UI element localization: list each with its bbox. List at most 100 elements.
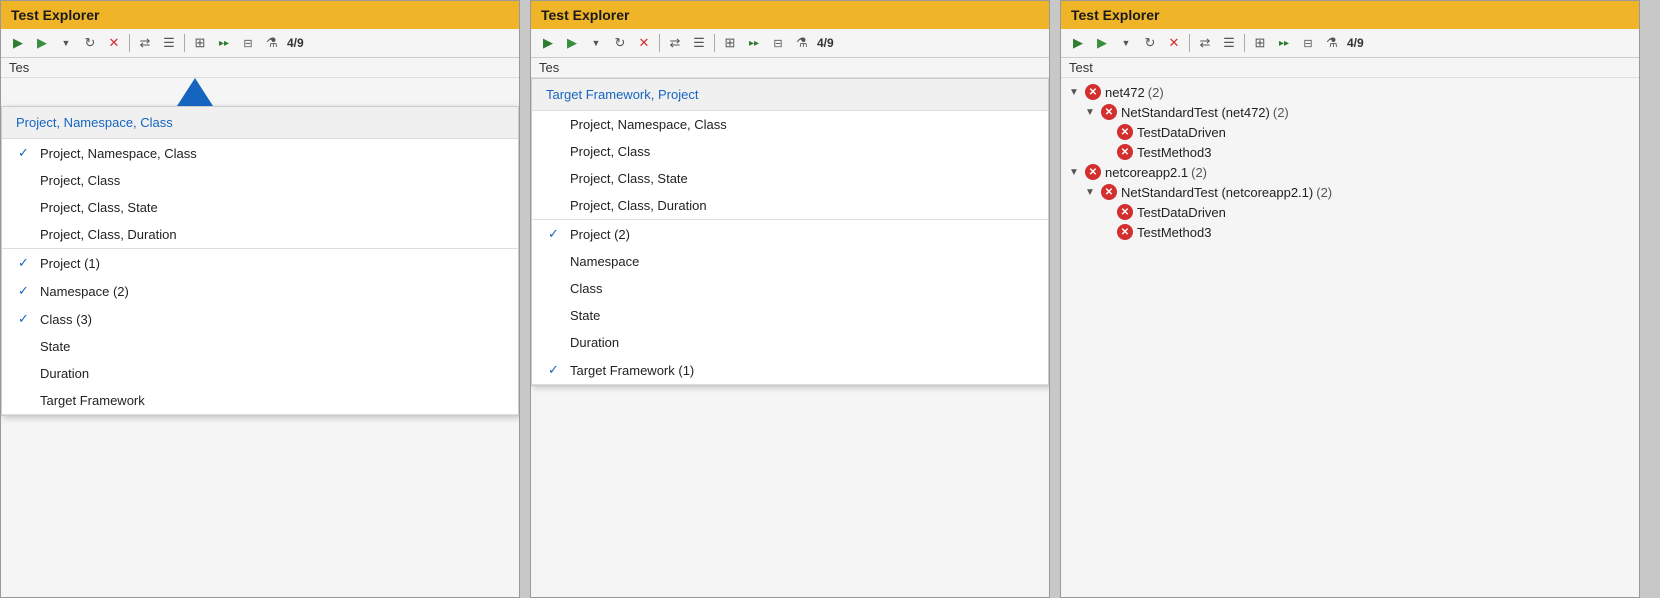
- sep2: [1244, 34, 1245, 52]
- item-label: Namespace: [570, 254, 639, 269]
- group-button[interactable]: ⊟: [237, 32, 259, 54]
- left-panel-title: Test Explorer: [1, 1, 519, 29]
- refresh-button[interactable]: ↻: [1139, 32, 1161, 54]
- middle-item-pnc[interactable]: Project, Namespace, Class: [532, 111, 1048, 138]
- middle-item-namespace[interactable]: Namespace: [532, 248, 1048, 275]
- left-item-class[interactable]: ✓ Class (3): [2, 305, 518, 333]
- item-label: Project, Class, State: [570, 171, 688, 186]
- item-label: Target Framework: [40, 393, 145, 408]
- settings-button[interactable]: ⊞: [719, 32, 741, 54]
- run-button[interactable]: ▶: [31, 32, 53, 54]
- tree-item-testdatadriven-1[interactable]: ✕ TestDataDriven: [1061, 122, 1639, 142]
- run3-button[interactable]: ▸▸: [743, 32, 765, 54]
- group-button[interactable]: ⊟: [767, 32, 789, 54]
- item-label: Project, Namespace, Class: [570, 117, 727, 132]
- left-item-pc[interactable]: Project, Class: [2, 167, 518, 194]
- right-test-label: Test: [1061, 58, 1639, 78]
- left-dropdown-section-2: ✓ Project (1) ✓ Namespace (2) ✓ Class (3…: [2, 249, 518, 415]
- filter-button[interactable]: ⇄: [134, 32, 156, 54]
- left-item-pnc-checked[interactable]: ✓ Project, Namespace, Class: [2, 139, 518, 167]
- item-label: Namespace (2): [40, 284, 129, 299]
- hierarchy-button[interactable]: ☰: [688, 32, 710, 54]
- expand-icon: ▼: [1085, 187, 1099, 198]
- item-label: Duration: [570, 335, 619, 350]
- tree-item-testmethod3-2[interactable]: ✕ TestMethod3: [1061, 222, 1639, 242]
- error-icon: ✕: [1117, 144, 1133, 160]
- middle-item-pcd[interactable]: Project, Class, Duration: [532, 192, 1048, 219]
- test-settings-button[interactable]: ⚗: [791, 32, 813, 54]
- group-button[interactable]: ⊟: [1297, 32, 1319, 54]
- stop-button[interactable]: ✕: [633, 32, 655, 54]
- item-label: Project (1): [40, 256, 100, 271]
- run-button[interactable]: ▶: [1091, 32, 1113, 54]
- middle-item-state[interactable]: State: [532, 302, 1048, 329]
- run3-button[interactable]: ▸▸: [1273, 32, 1295, 54]
- hierarchy-button[interactable]: ☰: [158, 32, 180, 54]
- run-all-button[interactable]: ▶: [1067, 32, 1089, 54]
- test-settings-button[interactable]: ⚗: [261, 32, 283, 54]
- expand-icon: ▼: [1085, 107, 1099, 118]
- settings-button[interactable]: ⊞: [1249, 32, 1271, 54]
- run3-button[interactable]: ▸▸: [213, 32, 235, 54]
- refresh-button[interactable]: ↻: [79, 32, 101, 54]
- expand-icon: ▼: [1069, 167, 1083, 178]
- settings-button[interactable]: ⊞: [189, 32, 211, 54]
- run-dropdown-button[interactable]: ▼: [1115, 32, 1137, 54]
- error-icon: ✕: [1085, 84, 1101, 100]
- left-item-namespace[interactable]: ✓ Namespace (2): [2, 277, 518, 305]
- right-tree-area: ▼ ✕ net472 (2) ▼ ✕ NetStandardTest (net4…: [1061, 78, 1639, 597]
- left-item-target-framework[interactable]: Target Framework: [2, 387, 518, 414]
- item-label: TestDataDriven: [1137, 125, 1226, 140]
- middle-item-pcs[interactable]: Project, Class, State: [532, 165, 1048, 192]
- middle-item-target-framework[interactable]: ✓ Target Framework (1): [532, 356, 1048, 384]
- run-all-button[interactable]: ▶: [7, 32, 29, 54]
- test-count: 4/9: [287, 36, 304, 50]
- filter-button[interactable]: ⇄: [1194, 32, 1216, 54]
- hierarchy-button[interactable]: ☰: [1218, 32, 1240, 54]
- run-all-button[interactable]: ▶: [537, 32, 559, 54]
- left-dropdown-header: Project, Namespace, Class: [2, 107, 518, 139]
- item-count: (2): [1148, 85, 1164, 100]
- error-icon: ✕: [1101, 104, 1117, 120]
- right-panel-title: Test Explorer: [1061, 1, 1639, 29]
- left-toolbar: ▶ ▶ ▼ ↻ ✕ ⇄ ☰ ⊞ ▸▸ ⊟ ⚗ 4/9: [1, 29, 519, 58]
- middle-dropdown-header: Target Framework, Project: [532, 79, 1048, 111]
- sep2: [714, 34, 715, 52]
- middle-item-project[interactable]: ✓ Project (2): [532, 220, 1048, 248]
- item-count: (2): [1273, 105, 1289, 120]
- check-icon: ✓: [18, 311, 32, 327]
- stop-button[interactable]: ✕: [1163, 32, 1185, 54]
- item-label: Target Framework (1): [570, 363, 694, 378]
- tree-item-netstandardtest-net472[interactable]: ▼ ✕ NetStandardTest (net472) (2): [1061, 102, 1639, 122]
- run-dropdown-button[interactable]: ▼: [585, 32, 607, 54]
- test-settings-button[interactable]: ⚗: [1321, 32, 1343, 54]
- tree-item-netcoreapp[interactable]: ▼ ✕ netcoreapp2.1 (2): [1061, 162, 1639, 182]
- middle-item-class[interactable]: Class: [532, 275, 1048, 302]
- tree-item-testdatadriven-2[interactable]: ✕ TestDataDriven: [1061, 202, 1639, 222]
- item-label: Duration: [40, 366, 89, 381]
- tree-item-testmethod3-1[interactable]: ✕ TestMethod3: [1061, 142, 1639, 162]
- check-icon: ✓: [18, 283, 32, 299]
- left-item-duration[interactable]: Duration: [2, 360, 518, 387]
- run-dropdown-button[interactable]: ▼: [55, 32, 77, 54]
- error-icon: ✕: [1101, 184, 1117, 200]
- left-item-project[interactable]: ✓ Project (1): [2, 249, 518, 277]
- left-item-pcd[interactable]: Project, Class, Duration: [2, 221, 518, 248]
- left-dropdown-section-1: ✓ Project, Namespace, Class Project, Cla…: [2, 139, 518, 249]
- check-icon: ✓: [548, 362, 562, 378]
- middle-item-duration[interactable]: Duration: [532, 329, 1048, 356]
- item-label: Class: [570, 281, 603, 296]
- left-item-state[interactable]: State: [2, 333, 518, 360]
- item-count: (2): [1191, 165, 1207, 180]
- item-label: State: [570, 308, 600, 323]
- test-count: 4/9: [817, 36, 834, 50]
- run-button[interactable]: ▶: [561, 32, 583, 54]
- filter-button[interactable]: ⇄: [664, 32, 686, 54]
- left-item-pcs[interactable]: Project, Class, State: [2, 194, 518, 221]
- stop-button[interactable]: ✕: [103, 32, 125, 54]
- middle-item-pc[interactable]: Project, Class: [532, 138, 1048, 165]
- refresh-button[interactable]: ↻: [609, 32, 631, 54]
- tree-item-net472[interactable]: ▼ ✕ net472 (2): [1061, 82, 1639, 102]
- check-icon: ✓: [18, 145, 32, 161]
- tree-item-netstandardtest-netcore[interactable]: ▼ ✕ NetStandardTest (netcoreapp2.1) (2): [1061, 182, 1639, 202]
